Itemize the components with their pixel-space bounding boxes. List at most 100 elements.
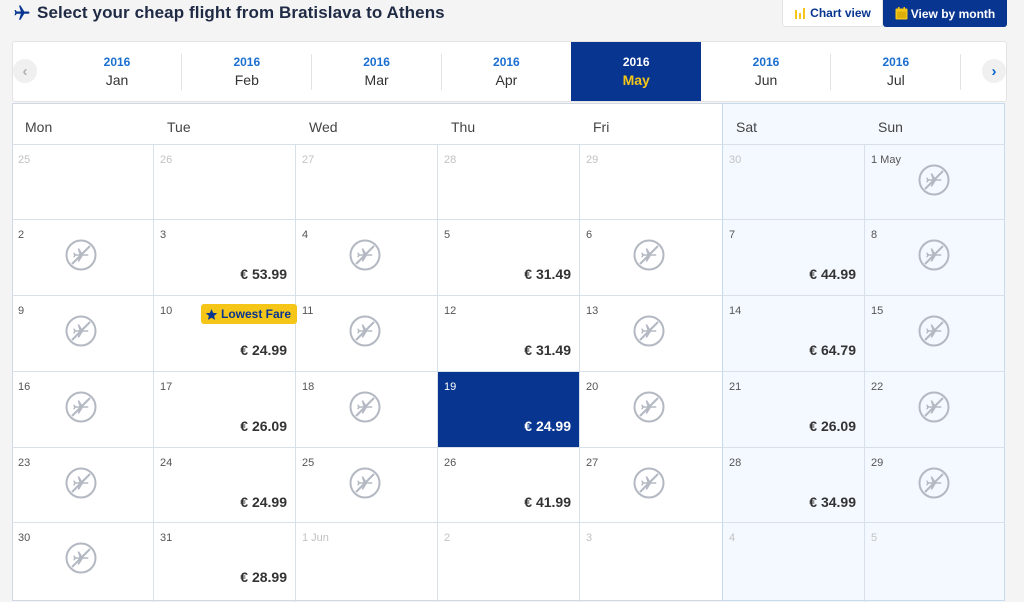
day-cell: 11 xyxy=(296,296,437,371)
chart-view-button[interactable]: Chart view xyxy=(782,0,883,27)
day-cell: 2 xyxy=(438,523,579,598)
day-cell[interactable]: 5 € 31.49 xyxy=(438,220,579,295)
fare-price[interactable]: € 64.79 xyxy=(809,342,856,358)
day-cell: 16 xyxy=(12,372,153,447)
fare-price[interactable]: € 24.99 xyxy=(240,342,287,358)
day-number: 2 xyxy=(444,532,451,544)
day-number: 5 xyxy=(444,229,451,241)
no-flight-icon xyxy=(64,314,98,348)
day-number: 1 May xyxy=(871,154,901,166)
weekday-tue: Tue xyxy=(167,119,191,135)
day-cell[interactable]: 31 € 28.99 xyxy=(154,523,295,598)
day-number: 5 xyxy=(871,532,878,544)
fare-price[interactable]: € 28.99 xyxy=(240,569,287,585)
fare-price[interactable]: € 53.99 xyxy=(240,266,287,282)
day-cell[interactable]: 3 € 53.99 xyxy=(154,220,295,295)
day-cell: 20 xyxy=(580,372,722,447)
month-year: 2016 xyxy=(103,55,131,69)
month-year: 2016 xyxy=(233,55,261,69)
day-number: 21 xyxy=(729,381,742,393)
day-number: 29 xyxy=(871,457,884,469)
month-tab-feb[interactable]: 2016 Feb xyxy=(182,42,312,101)
fare-price[interactable]: € 31.49 xyxy=(524,266,571,282)
day-number: 24 xyxy=(160,457,173,469)
day-number: 29 xyxy=(586,154,599,166)
day-cell[interactable]: 24 € 24.99 xyxy=(154,448,295,523)
month-name: Mar xyxy=(364,72,389,88)
fare-price[interactable]: € 26.09 xyxy=(240,418,287,434)
day-number: 16 xyxy=(18,381,31,393)
day-number: 26 xyxy=(444,457,457,469)
month-name: Jan xyxy=(105,72,129,88)
chart-view-label: Chart view xyxy=(810,6,871,20)
day-cell: 4 xyxy=(296,220,437,295)
no-flight-icon xyxy=(917,163,951,197)
day-number: 4 xyxy=(729,532,736,544)
day-cell: 2 xyxy=(12,220,153,295)
no-flight-icon xyxy=(348,238,382,272)
month-tab-jan[interactable]: 2016 Jan xyxy=(52,42,182,101)
day-number: 3 xyxy=(586,532,593,544)
month-name: Feb xyxy=(234,72,259,88)
day-cell[interactable]: 7 € 44.99 xyxy=(723,220,864,295)
fare-price[interactable]: € 24.99 xyxy=(524,418,571,434)
day-cell: 26 xyxy=(154,145,295,220)
day-cell[interactable]: 12 € 31.49 xyxy=(438,296,579,371)
fare-price[interactable]: € 44.99 xyxy=(809,266,856,282)
month-tab-apr[interactable]: 2016 Apr xyxy=(441,42,571,101)
no-flight-icon xyxy=(917,466,951,500)
next-months-button[interactable]: › xyxy=(982,59,1006,83)
day-number: 19 xyxy=(444,381,457,393)
day-cell[interactable]: 21 € 26.09 xyxy=(723,372,864,447)
month-year: 2016 xyxy=(363,55,390,69)
day-cell[interactable]: 17 € 26.09 xyxy=(154,372,295,447)
page-title: Select your cheap flight from Bratislava… xyxy=(37,3,445,22)
day-cell: 22 xyxy=(865,372,1005,447)
day-cell: 1 Jun xyxy=(296,523,437,598)
month-tab-mar[interactable]: 2016 Mar xyxy=(312,42,442,101)
month-year: 2016 xyxy=(882,55,910,69)
day-cell[interactable]: 19 € 24.99 xyxy=(438,372,579,447)
fare-price[interactable]: € 26.09 xyxy=(809,418,856,434)
lowest-fare-badge: Lowest Fare xyxy=(201,304,298,324)
month-tab-may[interactable]: 2016 May xyxy=(571,42,702,101)
month-name: Jul xyxy=(886,72,905,88)
fare-price[interactable]: € 31.49 xyxy=(524,342,571,358)
fare-price[interactable]: € 24.99 xyxy=(240,494,287,510)
star-icon xyxy=(205,308,218,320)
no-flight-icon xyxy=(917,238,951,272)
day-number: 25 xyxy=(18,154,31,166)
day-cell: 30 xyxy=(12,523,153,598)
month-tab-jun[interactable]: 2016 Jun xyxy=(701,42,831,101)
fare-price[interactable]: € 34.99 xyxy=(809,494,856,510)
view-by-month-button[interactable]: View by month xyxy=(883,0,1007,27)
day-number: 3 xyxy=(160,229,167,241)
day-cell: 5 xyxy=(865,523,1005,598)
no-flight-icon xyxy=(64,390,98,424)
day-number: 7 xyxy=(729,229,736,241)
day-number: 14 xyxy=(729,305,742,317)
no-flight-icon xyxy=(632,314,666,348)
day-cell: 27 xyxy=(296,145,437,220)
day-cell: 28 xyxy=(438,145,579,220)
day-number: 22 xyxy=(871,381,884,393)
fare-price[interactable]: € 41.99 xyxy=(524,494,571,510)
weekday-sat: Sat xyxy=(736,119,758,135)
previous-months-button[interactable]: ‹ xyxy=(13,59,37,83)
chevron-right-icon: › xyxy=(991,62,997,80)
no-flight-icon xyxy=(348,466,382,500)
day-number: 1 Jun xyxy=(302,532,329,544)
day-number: 27 xyxy=(302,154,315,166)
month-tab-jul[interactable]: 2016 Jul xyxy=(831,42,961,101)
month-name: Jun xyxy=(754,72,778,88)
day-number: 20 xyxy=(586,381,599,393)
day-number: 4 xyxy=(302,229,309,241)
day-cell[interactable]: 28 € 34.99 xyxy=(723,448,864,523)
month-selector: ‹ 2016 Jan 2016 Feb 2016 Mar 2016 Apr 2016 May 201… xyxy=(12,41,1007,102)
weekday-thu: Thu xyxy=(451,119,476,135)
day-cell[interactable]: 26 € 41.99 xyxy=(438,448,579,523)
day-cell[interactable]: 14 € 64.79 xyxy=(723,296,864,371)
day-number: 10 xyxy=(160,305,173,317)
bar-chart-icon xyxy=(795,7,806,19)
day-cell: 23 xyxy=(12,448,153,523)
